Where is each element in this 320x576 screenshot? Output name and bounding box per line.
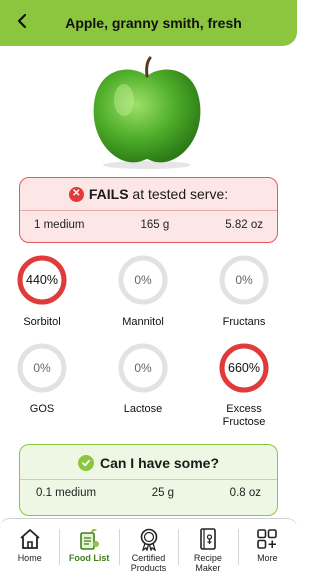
more-grid-icon (257, 529, 278, 549)
gauge-mannitol[interactable]: 0% (117, 254, 169, 306)
gauge-value: 0% (134, 361, 152, 375)
gauge-label: Excess Fructose (222, 403, 266, 428)
serve-quantity: 1 medium (34, 219, 85, 231)
close-circle-icon: ✕ (68, 186, 84, 202)
serve-grams: 165 g (140, 219, 170, 231)
gauge-value: 0% (33, 361, 51, 375)
gauge-value: 0% (134, 273, 152, 287)
nav-label: Certified Products (130, 553, 167, 573)
page-title: Apple, granny smith, fresh (65, 15, 242, 31)
gauge-label: GOS (29, 403, 55, 415)
safe-serve-row: 0.1 medium 25 g 0.8 oz (20, 487, 277, 499)
nav-label: Recipe Maker (193, 553, 222, 573)
nav-label: Home (17, 553, 42, 563)
nav-item-food-list[interactable]: Food List (59, 519, 118, 576)
gauge-gos[interactable]: 0% (16, 342, 68, 394)
nav-label: Food List (68, 553, 110, 563)
gauge-value: 440% (26, 273, 58, 287)
fails-status: FAILS (88, 186, 129, 202)
nav-item-home[interactable]: Home (0, 519, 59, 576)
safe-serve-grams: 25 g (151, 487, 175, 499)
nav-label: More (257, 553, 278, 563)
certified-badge-icon (140, 528, 157, 551)
serve-ounces: 5.82 oz (225, 219, 263, 231)
gauge-label: Fructans (222, 316, 266, 328)
divider (20, 210, 277, 211)
bottom-nav: Home Food List Certified Products Recipe… (0, 518, 297, 576)
home-icon (20, 529, 40, 549)
gauge-label: Sorbitol (23, 316, 61, 328)
nav-item-more[interactable]: More (237, 519, 297, 576)
recipe-book-icon (200, 528, 216, 550)
app-header: Apple, granny smith, fresh (0, 0, 297, 46)
gauge-value: 660% (228, 361, 260, 375)
fails-heading: ✕ FAILS at tested serve: (20, 186, 277, 202)
can-i-have-some-card: Can I have some? 0.1 medium 25 g 0.8 oz (19, 444, 278, 516)
gauge-lactose[interactable]: 0% (117, 342, 169, 394)
gauge-excess-fructose[interactable]: 660% (218, 342, 270, 394)
gauge-label: Lactose (123, 403, 163, 415)
safe-serve-quantity: 0.1 medium (36, 487, 97, 499)
safe-serve-ounces: 0.8 oz (229, 487, 261, 499)
nav-item-certified-products[interactable]: Certified Products (118, 519, 178, 576)
safe-heading: Can I have some? (20, 455, 277, 471)
divider (20, 479, 277, 480)
tested-serve-row: 1 medium 165 g 5.82 oz (20, 219, 277, 231)
gauge-label: Mannitol (122, 316, 164, 328)
check-circle-icon (77, 455, 94, 471)
fails-at-serve-card: ✕ FAILS at tested serve: 1 medium 165 g … (19, 177, 278, 243)
nav-item-recipe-maker[interactable]: Recipe Maker (178, 519, 237, 576)
safe-title: Can I have some? (99, 455, 220, 471)
gauge-value: 0% (235, 273, 253, 287)
chevron-left-icon (15, 13, 29, 34)
gauge-sorbitol[interactable]: 440% (16, 254, 68, 306)
gauge-fructans[interactable]: 0% (218, 254, 270, 306)
fails-suffix: at tested serve: (128, 186, 229, 202)
food-list-icon (80, 528, 100, 550)
back-button[interactable] (10, 12, 34, 34)
food-image (80, 54, 214, 170)
